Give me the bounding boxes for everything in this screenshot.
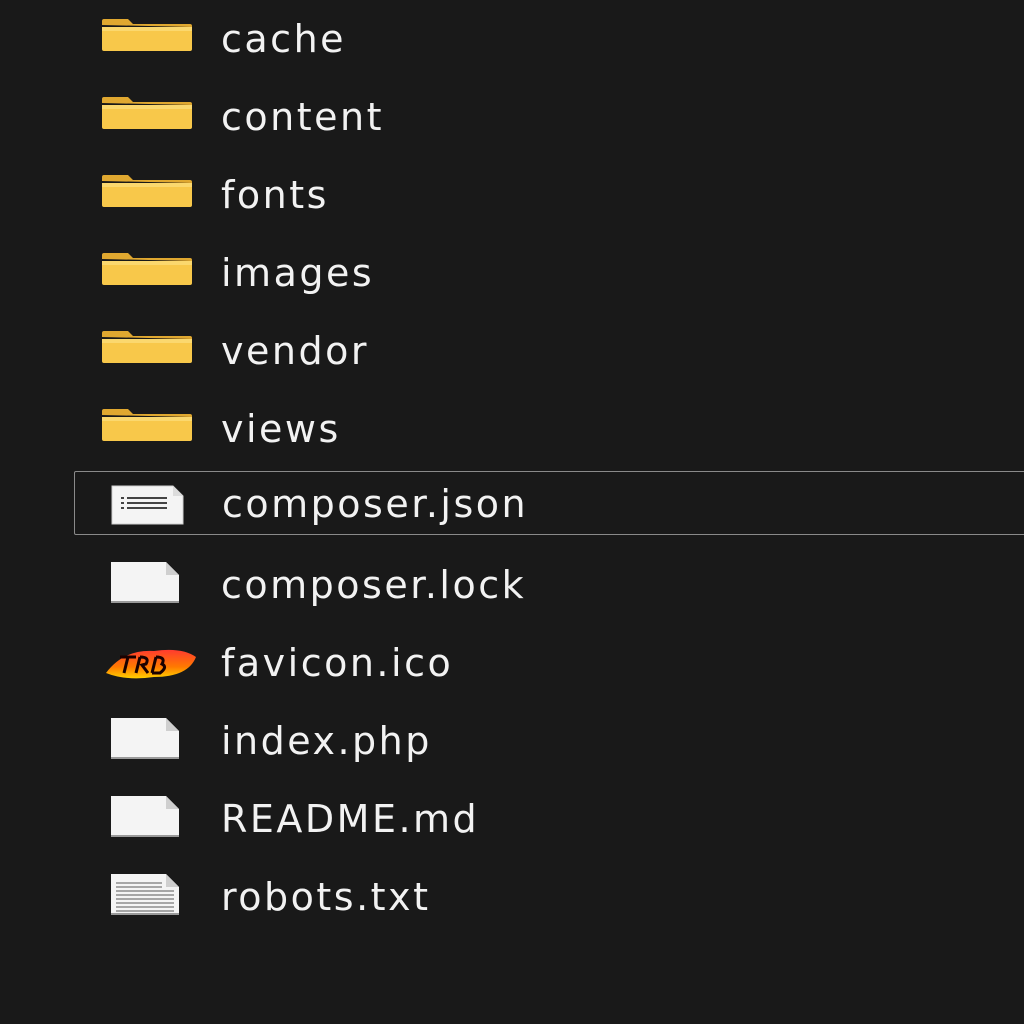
item-label: vendor xyxy=(221,329,369,373)
folder-icon xyxy=(102,163,192,227)
list-item-images[interactable]: images xyxy=(74,241,1024,305)
blank-file-icon xyxy=(110,553,184,617)
file-list: cache content fonts images vendor views … xyxy=(0,0,1024,1024)
list-item-readme[interactable]: README.md xyxy=(74,787,1024,851)
item-label: robots.txt xyxy=(221,875,431,919)
list-item-robots-txt[interactable]: robots.txt xyxy=(74,865,1024,929)
folder-icon xyxy=(102,7,192,71)
item-label: views xyxy=(221,407,341,451)
list-item-index-php[interactable]: index.php xyxy=(74,709,1024,773)
text-file-icon xyxy=(110,865,184,929)
list-item-composer-json[interactable]: composer.json xyxy=(74,471,1024,535)
favicon-icon xyxy=(104,631,198,695)
list-item-views[interactable]: views xyxy=(74,397,1024,461)
blank-file-icon xyxy=(110,709,184,773)
item-label: cache xyxy=(221,17,347,61)
list-item-favicon[interactable]: favicon.ico xyxy=(74,631,1024,695)
list-item-cache[interactable]: cache xyxy=(74,7,1024,71)
folder-icon xyxy=(102,85,192,149)
blank-file-icon xyxy=(110,787,184,851)
item-label: favicon.ico xyxy=(221,641,454,685)
item-label: fonts xyxy=(221,173,329,217)
item-label: composer.json xyxy=(222,482,529,526)
json-file-icon xyxy=(111,472,185,536)
item-label: index.php xyxy=(221,719,432,763)
folder-icon xyxy=(102,241,192,305)
list-item-fonts[interactable]: fonts xyxy=(74,163,1024,227)
list-item-vendor[interactable]: vendor xyxy=(74,319,1024,383)
list-item-content[interactable]: content xyxy=(74,85,1024,149)
item-label: content xyxy=(221,95,384,139)
folder-icon xyxy=(102,319,192,383)
list-item-composer-lock[interactable]: composer.lock xyxy=(74,553,1024,617)
folder-icon xyxy=(102,397,192,461)
item-label: composer.lock xyxy=(221,563,527,607)
item-label: images xyxy=(221,251,375,295)
item-label: README.md xyxy=(221,797,480,841)
